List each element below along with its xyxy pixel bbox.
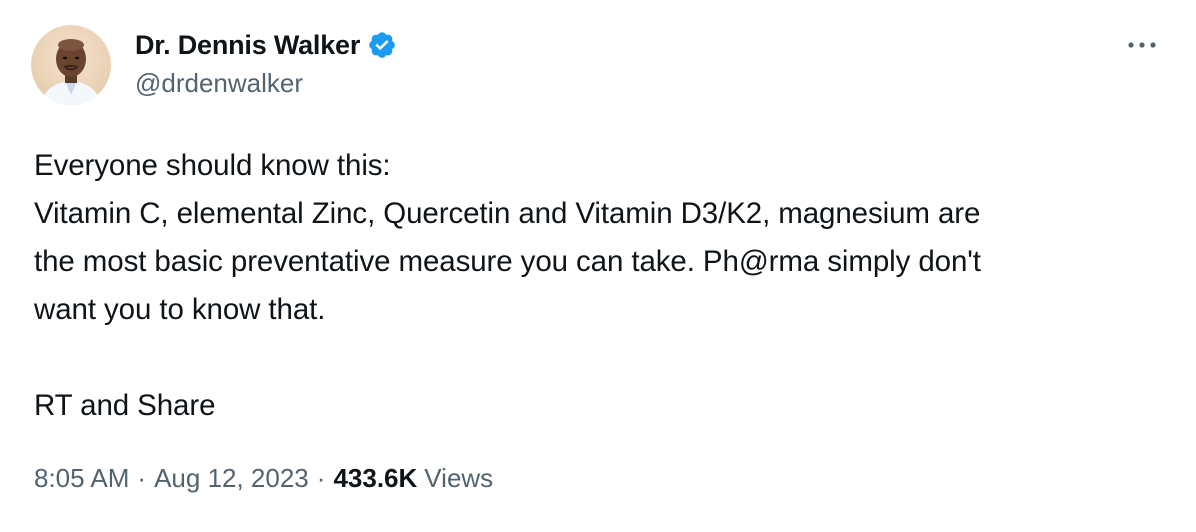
author-name[interactable]: Dr. Dennis Walker: [135, 30, 360, 61]
author-handle[interactable]: @drdenwalker: [135, 68, 303, 99]
tweet-text: Everyone should know this: Vitamin C, el…: [34, 142, 1174, 430]
tweet-line: Vitamin C, elemental Zinc, Quercetin and…: [34, 197, 981, 230]
tweet-line: the most basic preventative measure you …: [34, 245, 981, 278]
more-horizontal-icon: [1127, 36, 1157, 54]
tweet-line: Everyone should know this:: [34, 149, 391, 182]
author-row: Dr. Dennis Walker: [135, 28, 397, 62]
tweet-line: RT and Share: [34, 389, 216, 422]
more-options-button[interactable]: [1122, 32, 1162, 58]
tweet-line: [34, 334, 1174, 382]
tweet-date[interactable]: Aug 12, 2023: [154, 463, 309, 494]
verified-badge-icon: [367, 30, 397, 60]
avatar[interactable]: [31, 25, 111, 105]
tweet-time[interactable]: 8:05 AM: [34, 463, 129, 494]
tweet-card: Dr. Dennis Walker @drdenwalker Everyone …: [0, 0, 1196, 532]
views-label: Views: [424, 463, 494, 493]
tweet-line: want you to know that.: [34, 293, 326, 326]
meta-separator: ·: [137, 463, 147, 493]
views-count: 433.6K: [333, 463, 418, 493]
meta-separator: ·: [316, 463, 326, 493]
tweet-meta: 8:05 AM · Aug 12, 2023 · 433.6K Views: [34, 463, 493, 494]
